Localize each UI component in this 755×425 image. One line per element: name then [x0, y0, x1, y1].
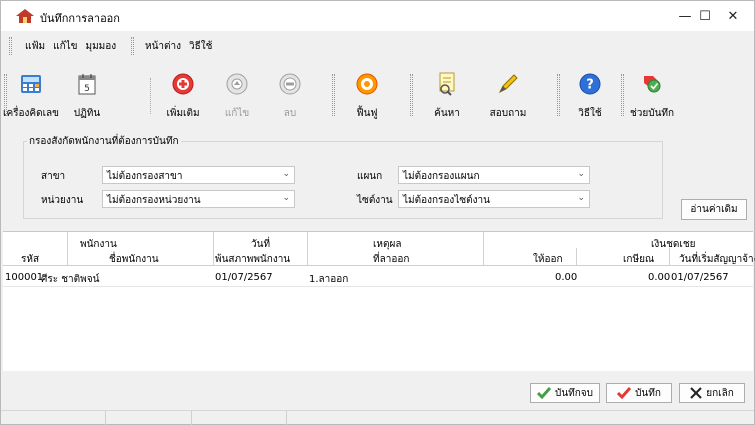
toolbar-grip — [410, 74, 413, 116]
menu-help[interactable]: วิธีใช้ — [185, 39, 216, 54]
chevron-down-icon: ⌄ — [577, 169, 585, 179]
chevron-down-icon: ⌄ — [282, 193, 290, 203]
chevron-down-icon: ⌄ — [282, 169, 290, 179]
col-header-contract-start: วันที่เริ่มสัญญาจ้าง — [679, 254, 755, 265]
search-icon — [435, 72, 459, 96]
col-header-reason: ที่ลาออก — [373, 254, 410, 265]
cell-reason: 1.ลาออก — [309, 274, 349, 285]
row-divider — [3, 286, 753, 287]
branch-select[interactable]: ไม่ต้องกรองสาขา ⌄ — [102, 166, 295, 184]
toolbar-grip — [557, 74, 560, 116]
group-header-reason: เหตุผล — [373, 239, 402, 250]
calendar-button[interactable]: 5 ปฏิทิน — [67, 72, 107, 122]
col-header-end-date: พ้นสภาพพนักงาน — [215, 254, 291, 265]
menu-file[interactable]: แฟ้ม — [21, 39, 49, 54]
calculator-icon — [19, 72, 43, 96]
col-header-retire: เกษียณ — [623, 254, 655, 265]
inquiry-button[interactable]: สอบถาม — [487, 72, 529, 122]
group-header-employee: พนักงาน — [80, 239, 117, 250]
save-button[interactable]: บันทึก — [606, 383, 672, 403]
menu-window[interactable]: หน้าต่าง — [141, 39, 185, 54]
calculator-button[interactable]: เครื่องคิดเลข — [3, 72, 59, 122]
worksite-select[interactable]: ไม่ต้องกรองไซต์งาน ⌄ — [398, 190, 590, 208]
svg-text:?: ? — [586, 78, 594, 93]
menu-grip — [9, 37, 12, 55]
filter-group-title: กรองสังกัดพนักงานที่ต้องการบันทึก — [27, 134, 181, 149]
column-divider — [67, 232, 68, 265]
close-icon — [690, 387, 702, 399]
help-button[interactable]: ? วิธีใช้ — [573, 72, 607, 122]
cell-end-date: 01/07/2567 — [215, 272, 273, 283]
help-icon: ? — [578, 72, 602, 96]
toolbar-grip — [332, 74, 335, 116]
pen-icon — [496, 72, 520, 96]
toolbar-divider — [150, 78, 151, 114]
data-grid: พนักงาน วันที่ เหตุผล เงินชดเชย รหัส ชื่… — [3, 231, 755, 371]
svg-text:5: 5 — [84, 84, 90, 94]
cell-contract-start: 01/07/2567 — [671, 272, 729, 283]
status-divider — [105, 411, 106, 425]
toolbar-grip — [621, 74, 624, 116]
check-icon — [536, 387, 551, 399]
check-icon — [617, 387, 632, 399]
cell-dismiss: 0.00 — [555, 272, 578, 283]
assist-icon — [640, 72, 664, 96]
add-icon — [171, 72, 195, 96]
unit-select[interactable]: ไม่ต้องกรองหน่วยงาน ⌄ — [102, 190, 295, 208]
menu-bar: แฟ้ม แก้ไข มุมมอง หน้าต่าง วิธีใช้ — [5, 33, 750, 59]
column-divider — [483, 232, 484, 265]
col-header-dismiss: ให้ออก — [533, 254, 563, 265]
window: บันทึกการลาออก — ☐ ✕ แฟ้ม แก้ไข มุมมอง ห… — [0, 0, 755, 425]
dept-label: แผนก — [357, 171, 383, 182]
col-header-code: รหัส — [21, 254, 40, 265]
worksite-label: ไซต์งาน — [357, 195, 393, 206]
cancel-button[interactable]: ยกเลิก — [679, 383, 745, 403]
edit-button[interactable]: แก้ไข — [219, 72, 255, 122]
cell-retire: 0.00 — [648, 272, 671, 283]
window-title: บันทึกการลาออก — [40, 12, 120, 25]
unit-label: หน่วยงาน — [41, 195, 84, 206]
calendar-icon: 5 — [75, 72, 99, 96]
search-button[interactable]: ค้นหา — [429, 72, 465, 122]
restore-button[interactable]: ฟื้นฟู — [350, 72, 384, 122]
assist-button[interactable]: ช่วยบันทึก — [628, 72, 676, 122]
close-icon[interactable]: ✕ — [711, 1, 755, 31]
read-old-values-button[interactable]: อ่านค่าเดิม — [681, 199, 747, 220]
column-divider — [213, 232, 214, 265]
menu-edit[interactable]: แก้ไข — [49, 39, 81, 54]
save-close-button[interactable]: บันทึกจบ — [530, 383, 600, 403]
restore-icon — [355, 72, 379, 96]
menu-grip — [131, 37, 134, 55]
status-divider — [286, 411, 287, 425]
dept-select[interactable]: ไม่ต้องกรองแผนก ⌄ — [398, 166, 590, 184]
title-bar: บันทึกการลาออก — ☐ ✕ — [1, 1, 754, 31]
column-divider — [307, 232, 308, 265]
branch-label: สาขา — [41, 171, 66, 182]
col-header-name: ชื่อพนักงาน — [109, 254, 159, 265]
add-button[interactable]: เพิ่มเติม — [160, 72, 206, 122]
delete-icon — [278, 72, 302, 96]
status-bar — [1, 410, 754, 425]
group-header-compensation: เงินชดเชย — [651, 239, 696, 250]
group-header-date: วันที่ — [251, 239, 271, 250]
edit-icon — [225, 72, 249, 96]
status-divider — [191, 411, 192, 425]
app-house-icon — [16, 9, 34, 23]
cell-name: ศีระ ชาติพจน์ — [41, 274, 100, 285]
menu-view[interactable]: มุมมอง — [82, 39, 121, 54]
toolbar: เครื่องคิดเลข 5 ปฏิทิน เพิ่มเติม แก้ไข ล… — [3, 64, 750, 124]
chevron-down-icon: ⌄ — [577, 193, 585, 203]
column-divider — [576, 248, 577, 265]
cell-code: 100001 — [5, 272, 44, 283]
delete-button[interactable]: ลบ — [275, 72, 305, 122]
